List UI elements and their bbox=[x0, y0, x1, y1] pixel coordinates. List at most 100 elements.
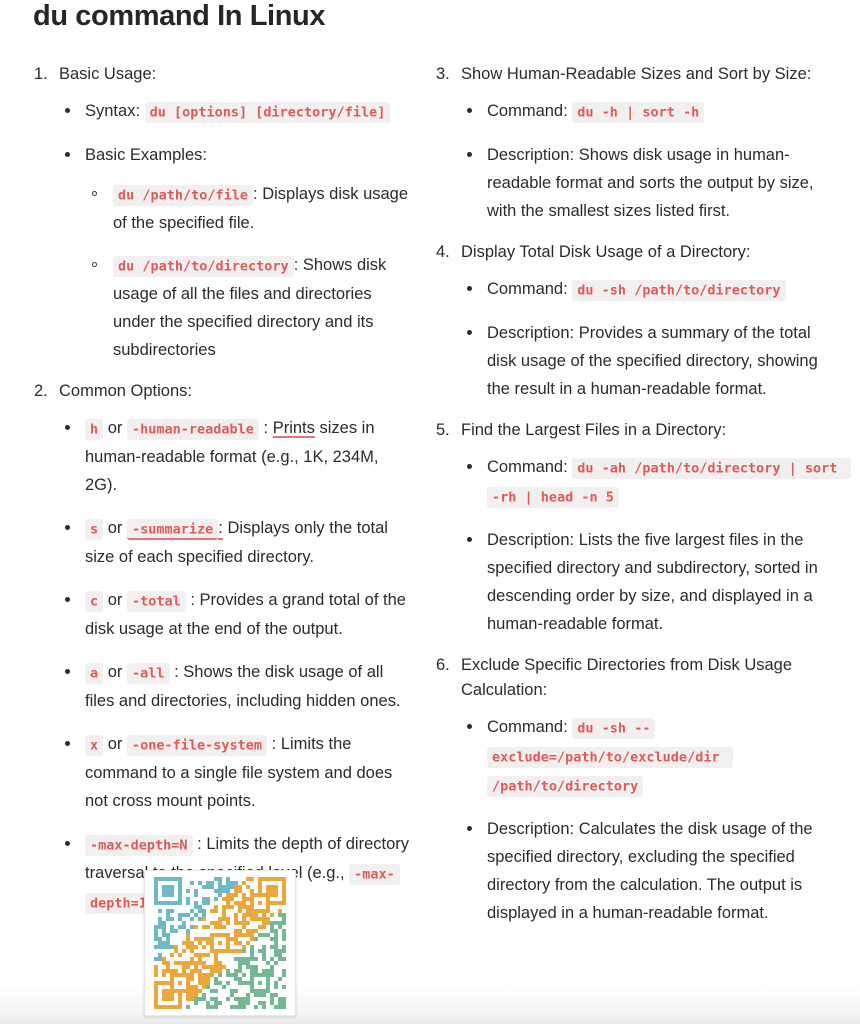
right-column: 3. Show Human-Readable Sizes and Sort by… bbox=[420, 62, 860, 942]
or-text: or bbox=[107, 663, 123, 681]
misspelled-word-prints: Prints bbox=[272, 419, 315, 437]
basic-usage-bullets: Syntax: du [options] [directory/file] Ba… bbox=[59, 97, 412, 364]
list-item-total-disk-usage: 4. Display Total Disk Usage of a Directo… bbox=[430, 240, 840, 403]
bullet-circle-icon bbox=[92, 262, 97, 267]
or-text: or bbox=[107, 519, 123, 537]
bullet-dot-icon bbox=[65, 108, 70, 113]
list-item-syntax: Syntax: du [options] [directory/file] bbox=[59, 97, 412, 126]
code-command: du -h | sort -h bbox=[572, 101, 705, 123]
item4-bullets: Command: du -sh /path/to/directory Descr… bbox=[461, 275, 840, 403]
code-command: du -sh /path/to/directory bbox=[572, 279, 786, 301]
code-flag-summarize: -summarize bbox=[127, 518, 219, 540]
item3-bullets: Command: du -h | sort -h Description: Sh… bbox=[461, 97, 840, 225]
item5-bullets: Command: du -ah /path/to/directory | sor… bbox=[461, 453, 851, 638]
code-du-directory: du /path/to/directory bbox=[113, 255, 294, 277]
description-label: Description: bbox=[487, 324, 575, 342]
description-label: Description: bbox=[487, 820, 575, 838]
bullet-dot-icon bbox=[467, 464, 472, 469]
command-line: Command: du -ah /path/to/directory | sor… bbox=[461, 453, 851, 511]
common-options-list: h or -human-readable : Prints sizes in h… bbox=[59, 414, 412, 917]
list-item-common-options: 2. Common Options: h or -human-readable … bbox=[28, 379, 412, 917]
description-line: Description: Lists the five largest file… bbox=[461, 526, 840, 638]
bullet-circle-icon bbox=[92, 191, 97, 196]
option-one-file-system: x or -one-file-system : Limits the comma… bbox=[59, 730, 412, 815]
left-column: 1. Basic Usage: Syntax: du [options] [di… bbox=[0, 62, 420, 932]
bullet-dot-icon bbox=[467, 152, 472, 157]
bullet-dot-icon bbox=[467, 108, 472, 113]
bullet-dot-icon bbox=[65, 597, 70, 602]
list-item-exclude-directories: 6. Exclude Specific Directories from Dis… bbox=[430, 653, 840, 927]
basic-examples-label: Basic Examples: bbox=[85, 146, 207, 164]
code-flag-human-readable: -human-readable bbox=[127, 418, 259, 440]
list-item-largest-files: 5. Find the Largest Files in a Directory… bbox=[430, 418, 851, 638]
list-item-example-directory: du /path/to/directory: Shows disk usage … bbox=[85, 251, 412, 364]
bullet-dot-icon bbox=[467, 330, 472, 335]
or-text: or bbox=[107, 735, 123, 753]
colon: : bbox=[263, 419, 269, 437]
list-heading: Basic Usage: bbox=[59, 65, 157, 83]
code-flag-s: s bbox=[85, 518, 104, 540]
code-flag-h: h bbox=[85, 418, 104, 440]
or-text: or bbox=[107, 419, 123, 437]
bullet-dot-icon bbox=[65, 741, 70, 746]
list-heading: Display Total Disk Usage of a Directory: bbox=[461, 243, 751, 261]
code-flag-all: -all bbox=[127, 662, 170, 684]
description-line: Description: Calculates the disk usage o… bbox=[461, 815, 840, 927]
bullet-dot-icon bbox=[467, 724, 472, 729]
description-line: Description: Shows disk usage in human-r… bbox=[461, 141, 840, 225]
command-line: Command: du -sh /path/to/directory bbox=[461, 275, 840, 304]
list-number: 2. bbox=[34, 382, 48, 400]
list-item-basic-usage: 1. Basic Usage: Syntax: du [options] [di… bbox=[28, 62, 412, 364]
command-label: Command: bbox=[487, 102, 568, 120]
description-line: Description: Provides a summary of the t… bbox=[461, 319, 840, 403]
bullet-dot-icon bbox=[65, 669, 70, 674]
document-page: du command In Linux 1. Basic Usage: Synt… bbox=[0, 0, 860, 1024]
two-column-body: 1. Basic Usage: Syntax: du [options] [di… bbox=[0, 62, 860, 942]
code-flag-x: x bbox=[85, 734, 104, 756]
left-ordered-list: 1. Basic Usage: Syntax: du [options] [di… bbox=[28, 62, 412, 917]
bullet-dot-icon bbox=[467, 286, 472, 291]
qr-code-image bbox=[154, 877, 286, 1009]
basic-examples-sublist: du /path/to/file: Displays disk usage of… bbox=[85, 180, 412, 364]
code-flag-max-depth: -max-depth=N bbox=[85, 834, 193, 856]
list-heading: Exclude Specific Directories from Disk U… bbox=[461, 656, 793, 699]
list-number: 1. bbox=[34, 65, 48, 83]
option-human-readable: h or -human-readable : Prints sizes in h… bbox=[59, 414, 412, 499]
option-summarize: s or -summarize: Displays only the total… bbox=[59, 514, 412, 571]
list-heading: Common Options: bbox=[59, 382, 192, 400]
option-total: c or -total : Provides a grand total of … bbox=[59, 586, 412, 643]
option-all: a or -all : Shows the disk usage of all … bbox=[59, 658, 412, 715]
bullet-dot-icon bbox=[467, 537, 472, 542]
code-flag-total: -total bbox=[127, 590, 186, 612]
bullet-dot-icon bbox=[65, 425, 70, 430]
list-item-example-file: du /path/to/file: Displays disk usage of… bbox=[85, 180, 412, 237]
code-du-file: du /path/to/file bbox=[113, 184, 254, 206]
list-heading: Show Human-Readable Sizes and Sort by Si… bbox=[461, 65, 812, 83]
command-line: Command: du -sh --exclude=/path/to/exclu… bbox=[461, 713, 840, 800]
list-number: 5. bbox=[436, 421, 450, 439]
bullet-dot-icon bbox=[65, 841, 70, 846]
list-item-basic-examples: Basic Examples: du /path/to/file: Displa… bbox=[59, 141, 412, 364]
list-heading: Find the Largest Files in a Directory: bbox=[461, 421, 727, 439]
description-label: Description: bbox=[487, 146, 575, 164]
code-flag-one-file-system: -one-file-system bbox=[127, 734, 268, 756]
bullet-dot-icon bbox=[65, 152, 70, 157]
command-line: Command: du -h | sort -h bbox=[461, 97, 840, 126]
list-item-human-readable-sort: 3. Show Human-Readable Sizes and Sort by… bbox=[430, 62, 840, 225]
code-flag-a: a bbox=[85, 662, 104, 684]
item6-bullets: Command: du -sh --exclude=/path/to/exclu… bbox=[461, 713, 840, 927]
list-number: 3. bbox=[436, 65, 450, 83]
right-ordered-list: 3. Show Human-Readable Sizes and Sort by… bbox=[430, 62, 851, 927]
command-label: Command: bbox=[487, 718, 568, 736]
qr-code[interactable] bbox=[144, 870, 296, 1016]
syntax-label: Syntax: bbox=[85, 102, 141, 120]
code-flag-c: c bbox=[85, 590, 104, 612]
bullet-dot-icon bbox=[65, 525, 70, 530]
command-label: Command: bbox=[487, 458, 568, 476]
page-title: du command In Linux bbox=[33, 0, 326, 32]
list-number: 6. bbox=[436, 656, 450, 674]
description-label: Description: bbox=[487, 531, 575, 549]
code-syntax: du [options] [directory/file] bbox=[144, 101, 391, 123]
bullet-dot-icon bbox=[467, 826, 472, 831]
list-number: 4. bbox=[436, 243, 450, 261]
